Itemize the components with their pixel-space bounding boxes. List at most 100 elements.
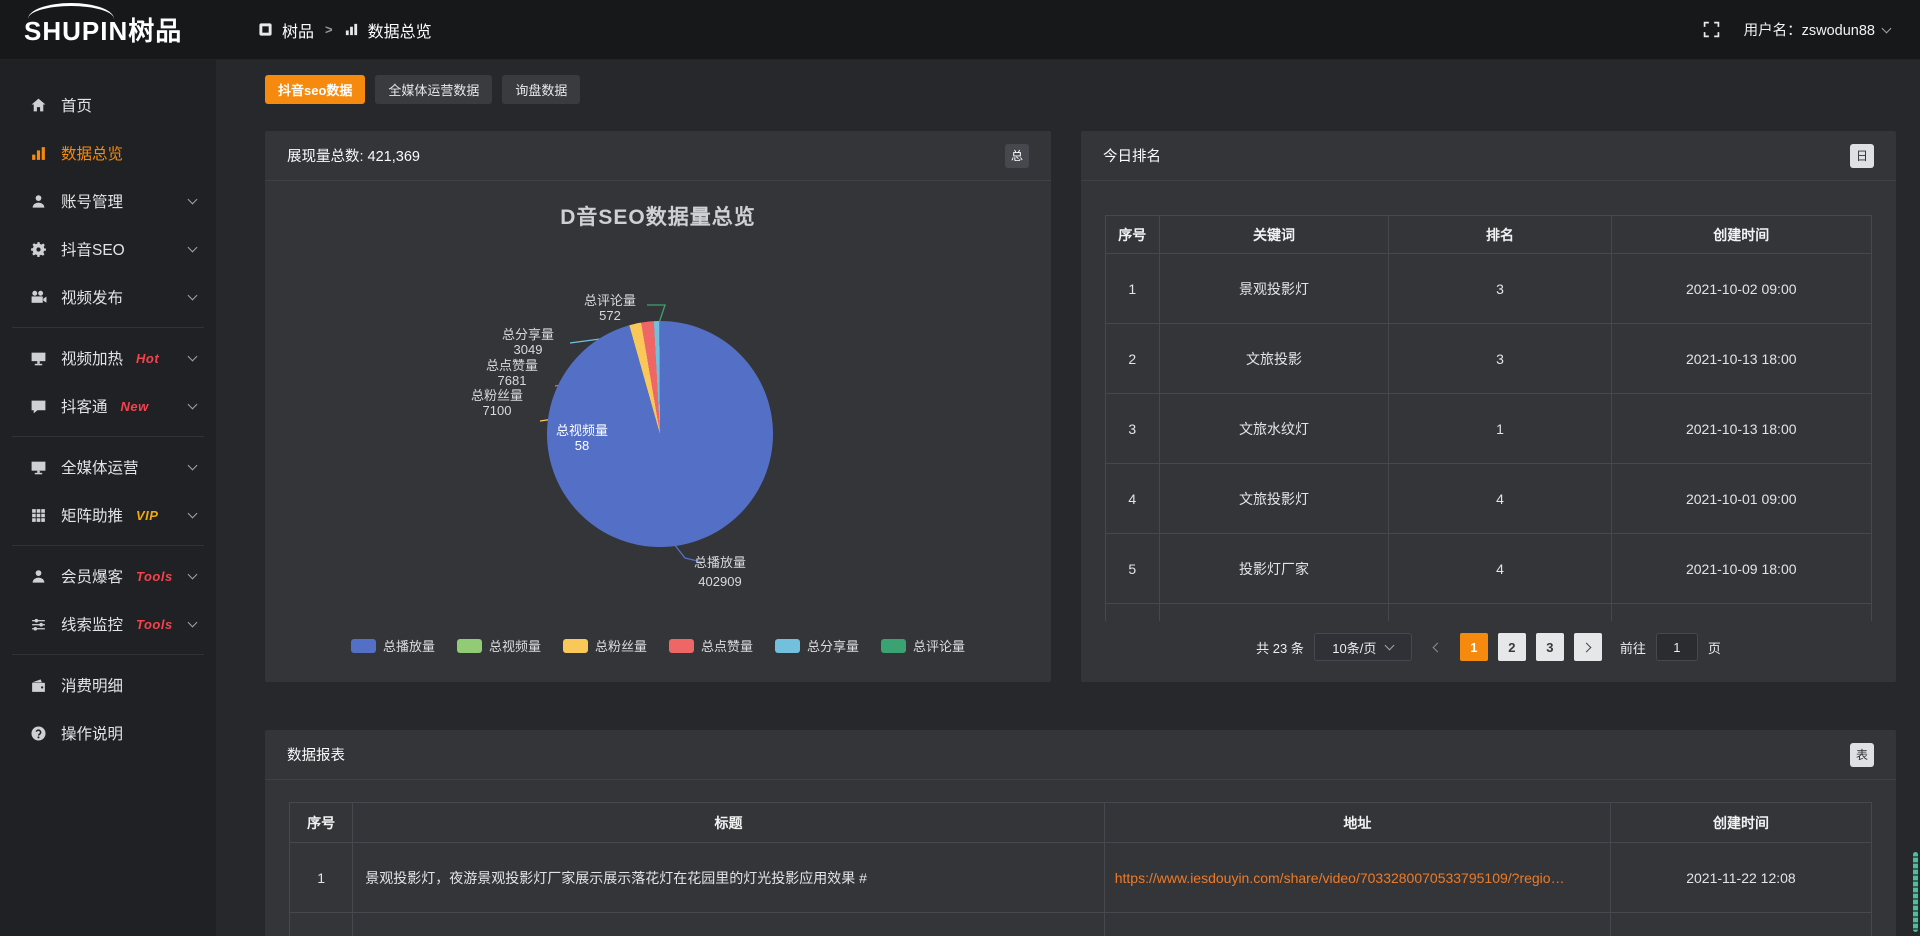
chevron-down-icon	[188, 509, 198, 519]
screen-icon	[30, 350, 47, 367]
sidebar-divider	[12, 436, 204, 437]
sidebar-item-consumption[interactable]: 消费明细	[0, 661, 216, 709]
report-table-wrap: 序号 标题 地址 创建时间 1 景观投影灯，夜游景观投影灯厂家展示展示落花灯在花…	[289, 802, 1872, 936]
cell-index	[1106, 604, 1160, 622]
table-header-row: 序号 关键词 排名 创建时间	[1106, 216, 1872, 254]
cell-video-link	[1104, 913, 1610, 936]
cell-title	[353, 913, 1104, 936]
rank-panel-title: 今日排名	[1103, 145, 1161, 166]
cell-created: 2021-10-13 18:00	[1611, 324, 1871, 394]
sidebar-item-home[interactable]: 首页	[0, 81, 216, 129]
logo-text: SHUPIN树品	[24, 11, 182, 48]
table-row	[290, 913, 1872, 936]
cell-index: 4	[1106, 464, 1160, 534]
sidebar-item-member-burst[interactable]: 会员爆客 Tools	[0, 552, 216, 600]
breadcrumb-root[interactable]: 树品	[282, 18, 314, 42]
cell-rank: 3	[1389, 324, 1611, 394]
impressions-total: 展现量总数: 421,369	[287, 145, 420, 166]
fullscreen-icon[interactable]	[1703, 21, 1720, 38]
sidebar-item-matrix-boost[interactable]: 矩阵助推 VIP	[0, 491, 216, 539]
chevron-down-icon	[188, 461, 198, 471]
legend-swatch	[775, 639, 800, 653]
col-keyword: 关键词	[1159, 216, 1389, 254]
sidebar-item-account[interactable]: 账号管理	[0, 177, 216, 225]
rank-table: 序号 关键词 排名 创建时间 1 景观投影灯 3 2021-10-02 09:0…	[1105, 215, 1872, 621]
scrollbar-thumb[interactable]	[1913, 852, 1918, 932]
legend-swatch	[457, 639, 482, 653]
user-icon	[30, 193, 47, 210]
legend-item[interactable]: 总分享量	[775, 636, 859, 655]
chevron-left-icon	[1432, 642, 1442, 652]
sidebar-item-label: 数据总览	[61, 142, 123, 164]
pie-label-value: 7100	[471, 403, 523, 418]
next-page-button[interactable]	[1574, 633, 1602, 661]
day-view-button[interactable]: 日	[1850, 144, 1874, 168]
sidebar-item-label: 全媒体运营	[61, 456, 139, 478]
top-header: SHUPIN树品 树品 > 数据总览 用户名：zswodun88	[0, 0, 1920, 60]
legend-item[interactable]: 总播放量	[351, 636, 435, 655]
sidebar-item-douketong[interactable]: 抖客通 New	[0, 382, 216, 430]
pie-label-name: 总点赞量	[486, 358, 538, 373]
sidebar-item-video-publish[interactable]: 视频发布	[0, 273, 216, 321]
page-button-1[interactable]: 1	[1460, 633, 1488, 661]
chart-panel-header: 展现量总数: 421,369 总	[265, 131, 1051, 181]
sidebar-item-label: 会员爆客	[61, 565, 123, 587]
cell-created: 2021-10-02 09:00	[1611, 254, 1871, 324]
data-report-panel: 数据报表 表 序号 标题 地址 创建时间 1 景观投影灯，夜游景观投影灯厂家展示…	[265, 730, 1896, 936]
legend-swatch	[351, 639, 376, 653]
grid-icon	[30, 507, 47, 524]
sidebar-item-video-heat[interactable]: 视频加热 Hot	[0, 334, 216, 382]
app-square-icon	[258, 22, 273, 37]
goto-page-input[interactable]	[1656, 633, 1698, 661]
tab-inquiry-data[interactable]: 询盘数据	[502, 75, 580, 104]
sliders-icon	[30, 616, 47, 633]
logo-cn: 树品	[128, 16, 182, 46]
sidebar-divider	[12, 327, 204, 328]
bar-chart-icon	[30, 145, 47, 162]
sidebar-item-data-overview[interactable]: 数据总览	[0, 129, 216, 177]
sidebar-item-help[interactable]: 操作说明	[0, 709, 216, 757]
table-view-button[interactable]: 表	[1850, 743, 1874, 767]
cell-keyword	[1159, 604, 1389, 622]
cell-video-link[interactable]: https://www.iesdouyin.com/share/video/70…	[1104, 843, 1610, 913]
legend-item[interactable]: 总视频量	[457, 636, 541, 655]
sidebar-item-clue-monitor[interactable]: 线索监控 Tools	[0, 600, 216, 648]
pie-label-value: 3049	[502, 342, 554, 357]
legend-item[interactable]: 总粉丝量	[563, 636, 647, 655]
new-badge: New	[121, 399, 149, 414]
sidebar-item-media-ops[interactable]: 全媒体运营	[0, 443, 216, 491]
sidebar-item-label: 视频加热	[61, 347, 123, 369]
prev-page-button[interactable]	[1422, 633, 1450, 661]
logo: SHUPIN树品	[0, 11, 216, 48]
report-panel-title: 数据报表	[287, 744, 345, 765]
cell-created	[1611, 604, 1871, 622]
page-button-2[interactable]: 2	[1498, 633, 1526, 661]
user-menu[interactable]: 用户名：zswodun88	[1744, 19, 1890, 40]
legend-label: 总点赞量	[701, 636, 753, 655]
tab-douyin-seo-data[interactable]: 抖音seo数据	[265, 75, 365, 104]
bar-chart-icon	[344, 22, 359, 37]
chevron-down-icon	[188, 400, 198, 410]
legend-item[interactable]: 总评论量	[881, 636, 965, 655]
logo-main: SHUPIN	[24, 16, 128, 46]
cell-index: 1	[1106, 254, 1160, 324]
report-table: 序号 标题 地址 创建时间 1 景观投影灯，夜游景观投影灯厂家展示展示落花灯在花…	[289, 802, 1872, 936]
page-size-select[interactable]: 10条/页	[1314, 633, 1412, 661]
pie-label: 总评论量 572	[584, 293, 636, 323]
pie-chart-area: D音SEO数据量总览 总播放量 402909 总视频量 58 总粉丝量 7100	[265, 181, 1051, 681]
cell-created: 2021-10-13 18:00	[1611, 394, 1871, 464]
sidebar-item-douyin-seo[interactable]: 抖音SEO	[0, 225, 216, 273]
pie-label-value: 402909	[694, 572, 746, 591]
legend-label: 总评论量	[913, 636, 965, 655]
total-view-button[interactable]: 总	[1005, 144, 1029, 168]
legend-label: 总视频量	[489, 636, 541, 655]
sidebar-item-label: 抖音SEO	[61, 238, 125, 260]
cell-created: 2021-10-09 18:00	[1611, 534, 1871, 604]
legend-item[interactable]: 总点赞量	[669, 636, 753, 655]
chart-legend: 总播放量 总视频量 总粉丝量 总点赞量 总分享量 总评论量	[265, 636, 1051, 655]
monitor-icon	[30, 459, 47, 476]
tab-media-ops-data[interactable]: 全媒体运营数据	[375, 75, 492, 104]
hot-badge: Hot	[136, 351, 159, 366]
page-button-3[interactable]: 3	[1536, 633, 1564, 661]
username: 用户名：zswodun88	[1744, 19, 1875, 40]
